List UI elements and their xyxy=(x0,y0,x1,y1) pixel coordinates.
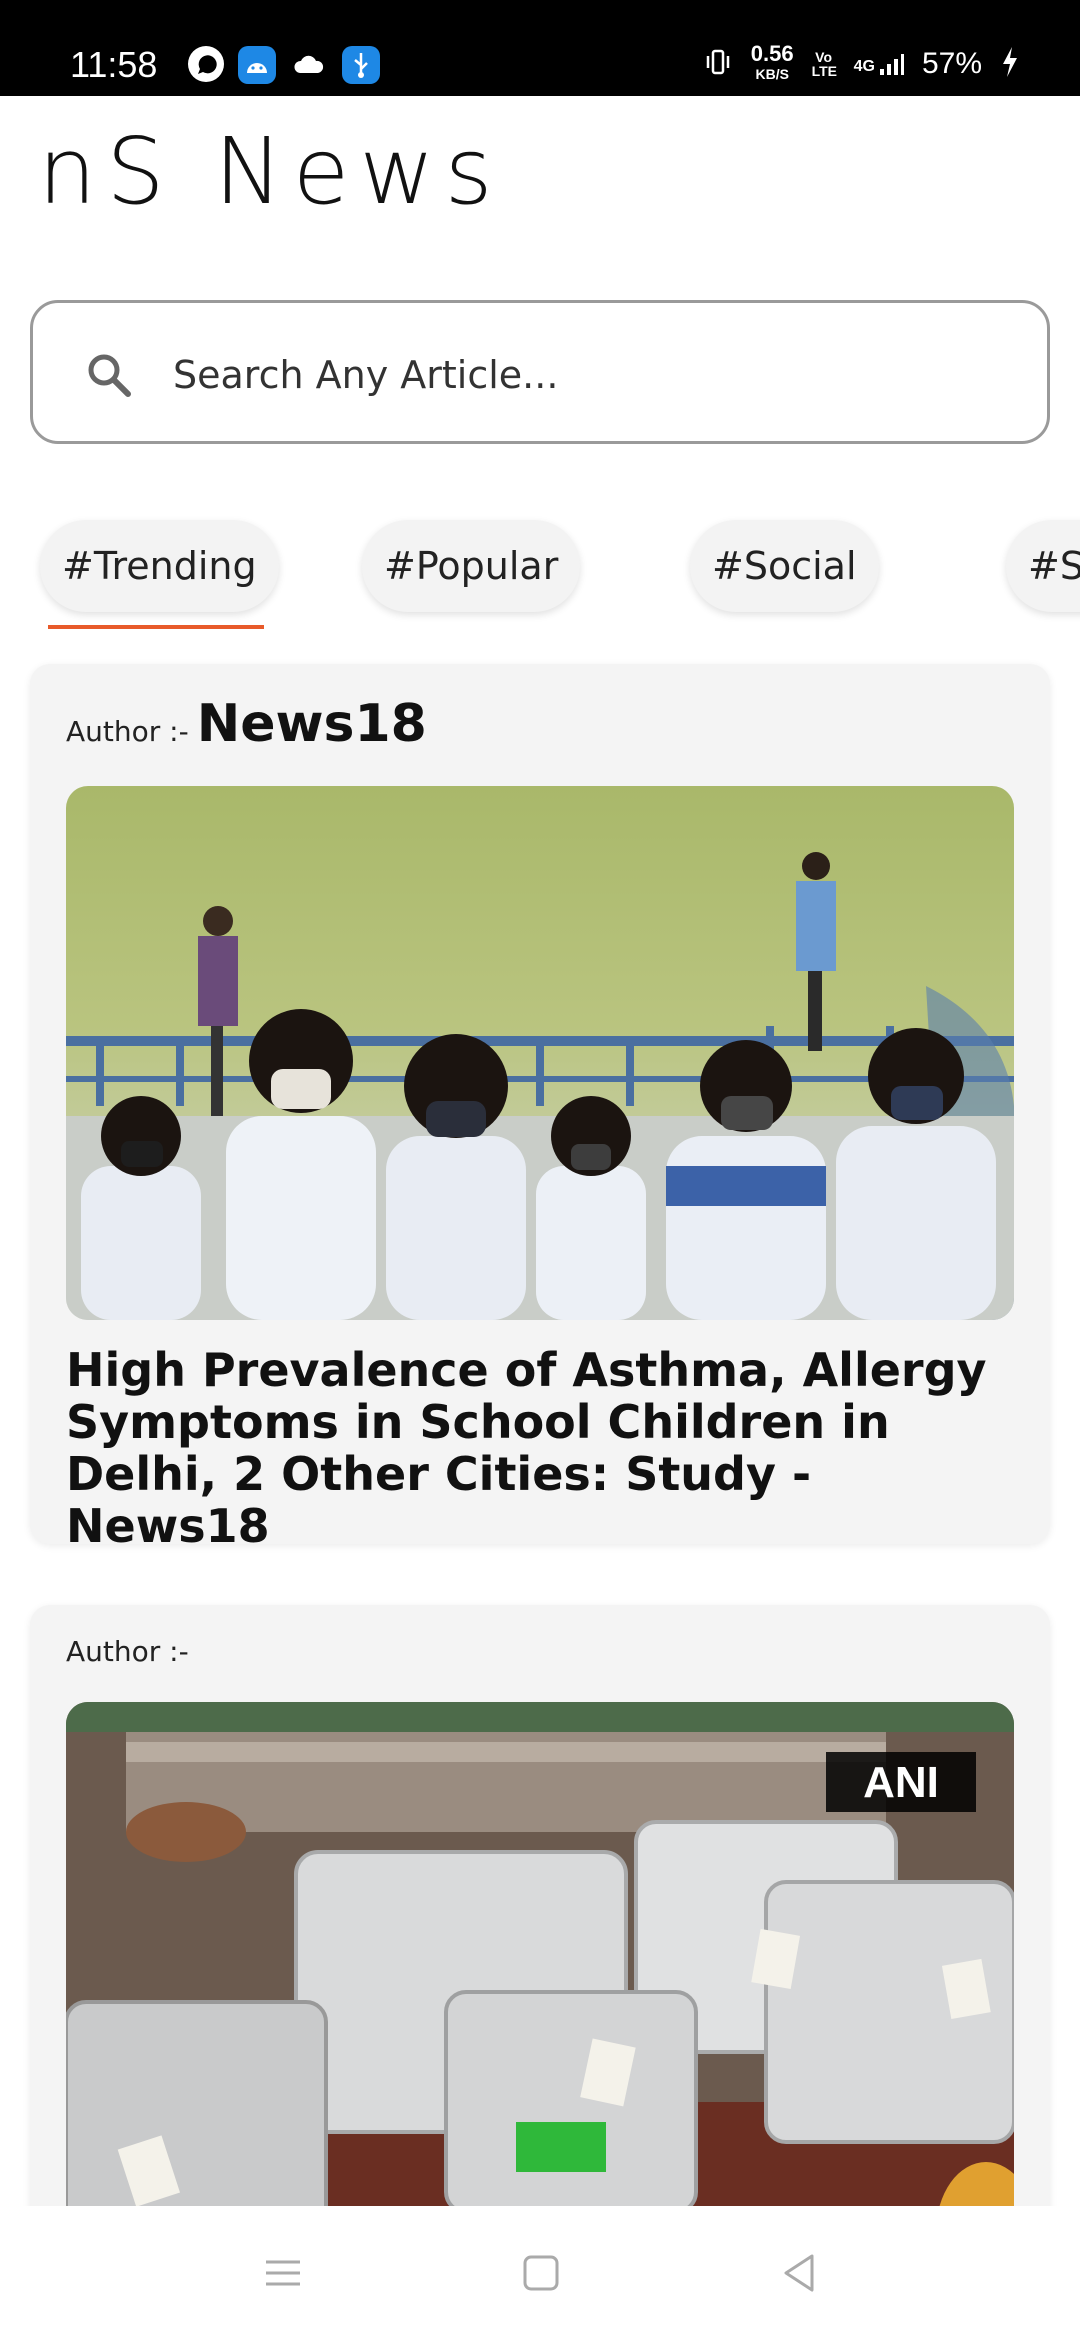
status-bar: 11:58 0.56 KB/S Vo LTE 4G 57% xyxy=(0,0,1080,96)
tab-popular[interactable]: #Popular xyxy=(362,520,581,612)
tab-sports[interactable]: #Sp xyxy=(1006,520,1080,612)
article-image[interactable] xyxy=(66,786,1014,1320)
app-title: nS News xyxy=(38,118,503,225)
search-icon xyxy=(88,354,131,397)
author-row: Author :- xyxy=(66,1635,197,1668)
usb-icon xyxy=(342,46,380,84)
back-triangle-icon[interactable] xyxy=(774,2248,824,2298)
search-bar[interactable] xyxy=(30,300,1050,444)
notification-icons xyxy=(188,46,380,84)
network-speed: 0.56 KB/S xyxy=(750,41,794,83)
menu-icon[interactable] xyxy=(258,2248,308,2298)
ani-watermark: ANI xyxy=(863,1758,939,1807)
whatsapp-icon xyxy=(188,46,224,82)
system-status: 0.56 KB/S Vo LTE 4G 57% xyxy=(703,41,1020,84)
search-input[interactable] xyxy=(173,337,993,413)
article-photo: ANI xyxy=(66,1702,1014,2282)
article-headline[interactable]: High Prevalence of Asthma, Allergy Sympt… xyxy=(66,1344,1026,1552)
cloud-icon xyxy=(290,46,328,84)
article-photo xyxy=(66,786,1014,1320)
vibrate-icon xyxy=(703,47,733,82)
article-image[interactable]: ANI xyxy=(66,1702,1014,2282)
article-card-1[interactable]: Author :- News18 High Prevalence of Asth… xyxy=(30,664,1050,1552)
charging-icon xyxy=(1000,45,1020,84)
android-icon xyxy=(238,46,276,84)
tab-trending[interactable]: #Trending xyxy=(40,520,279,612)
author-label: Author :- xyxy=(66,1635,189,1668)
author-label: Author :- xyxy=(66,715,189,748)
system-nav-bar xyxy=(0,2206,1080,2340)
home-square-icon[interactable] xyxy=(516,2248,566,2298)
battery-level: 57% xyxy=(921,47,982,80)
author-name: News18 xyxy=(196,694,427,754)
author-row: Author :- News18 xyxy=(66,694,427,754)
category-tabs: #Trending #Popular #Social #Sp xyxy=(0,510,1080,630)
active-tab-indicator xyxy=(48,625,264,629)
tab-social[interactable]: #Social xyxy=(690,520,879,612)
status-time: 11:58 xyxy=(70,44,158,85)
signal-bars-icon xyxy=(879,54,904,75)
volte-indicator: Vo LTE xyxy=(811,49,838,79)
signal-indicator: 4G xyxy=(854,51,904,77)
